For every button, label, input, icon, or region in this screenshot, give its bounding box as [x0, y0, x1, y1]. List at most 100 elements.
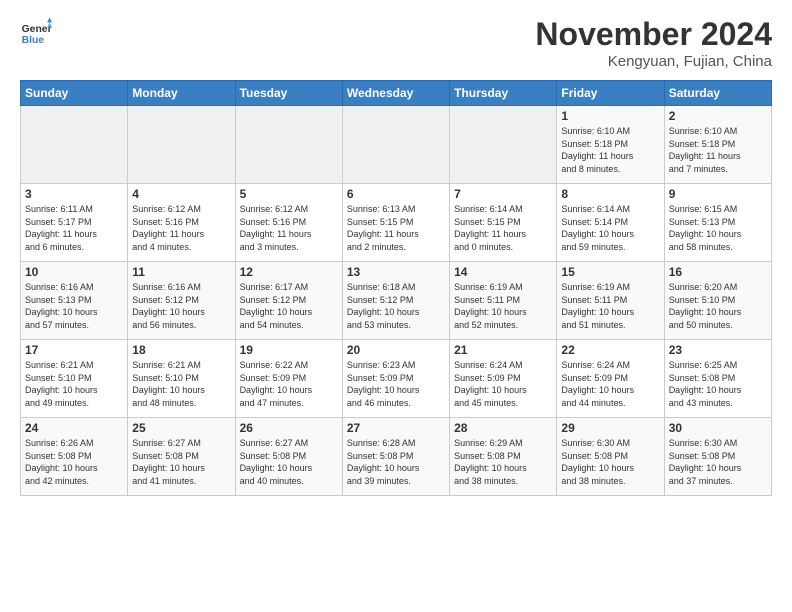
day-number: 15 [561, 265, 659, 279]
day-number: 21 [454, 343, 552, 357]
day-info: Sunrise: 6:10 AM Sunset: 5:18 PM Dayligh… [561, 125, 659, 175]
calendar-week-5: 24 Sunrise: 6:26 AM Sunset: 5:08 PM Dayli… [21, 418, 772, 496]
weekday-header-wednesday: Wednesday [342, 81, 449, 106]
day-info: Sunrise: 6:26 AM Sunset: 5:08 PM Dayligh… [25, 437, 123, 487]
weekday-header-row: SundayMondayTuesdayWednesdayThursdayFrid… [21, 81, 772, 106]
calendar-cell: 7Sunrise: 6:14 AM Sunset: 5:15 PM Daylig… [450, 184, 557, 262]
calendar-cell: 6 Sunrise: 6:13 AM Sunset: 5:15 PM Daylig… [342, 184, 449, 262]
day-info: Sunrise: 6:13 AM Sunset: 5:15 PM Dayligh… [347, 203, 445, 253]
day-number: 17 [25, 343, 123, 357]
day-number: 10 [25, 265, 123, 279]
day-number: 4 [132, 187, 230, 201]
day-number: 1 [561, 109, 659, 123]
day-number: 18 [132, 343, 230, 357]
day-info: Sunrise: 6:19 AM Sunset: 5:11 PM Dayligh… [561, 281, 659, 331]
day-number: 6 [347, 187, 445, 201]
calendar-cell: 23Sunrise: 6:25 AM Sunset: 5:08 PM Dayli… [664, 340, 771, 418]
calendar-cell: 13 Sunrise: 6:18 AM Sunset: 5:12 PM Dayli… [342, 262, 449, 340]
calendar-cell: 28 Sunrise: 6:29 AM Sunset: 5:08 PM Dayli… [450, 418, 557, 496]
calendar-week-4: 17 Sunrise: 6:21 AM Sunset: 5:10 PM Dayli… [21, 340, 772, 418]
day-number: 26 [240, 421, 338, 435]
day-info: Sunrise: 6:27 AM Sunset: 5:08 PM Dayligh… [240, 437, 338, 487]
day-info: Sunrise: 6:24 AM Sunset: 5:09 PM Dayligh… [454, 359, 552, 409]
logo-icon: General Blue [20, 16, 52, 48]
page-header: General Blue November 2024 Kengyuan, Fuj… [20, 16, 772, 70]
calendar-cell [128, 106, 235, 184]
svg-text:Blue: Blue [22, 35, 45, 46]
day-info: Sunrise: 6:23 AM Sunset: 5:09 PM Dayligh… [347, 359, 445, 409]
calendar-cell: 17 Sunrise: 6:21 AM Sunset: 5:10 PM Dayli… [21, 340, 128, 418]
day-number: 29 [561, 421, 659, 435]
calendar-cell: 26 Sunrise: 6:27 AM Sunset: 5:08 PM Dayli… [235, 418, 342, 496]
day-number: 30 [669, 421, 767, 435]
day-info: Sunrise: 6:14 AM Sunset: 5:14 PM Dayligh… [561, 203, 659, 253]
calendar-week-3: 10Sunrise: 6:16 AM Sunset: 5:13 PM Dayli… [21, 262, 772, 340]
calendar-cell: 15 Sunrise: 6:19 AM Sunset: 5:11 PM Dayli… [557, 262, 664, 340]
day-info: Sunrise: 6:19 AM Sunset: 5:11 PM Dayligh… [454, 281, 552, 331]
weekday-header-monday: Monday [128, 81, 235, 106]
calendar-cell: 10Sunrise: 6:16 AM Sunset: 5:13 PM Dayli… [21, 262, 128, 340]
day-info: Sunrise: 6:12 AM Sunset: 5:16 PM Dayligh… [240, 203, 338, 253]
day-number: 22 [561, 343, 659, 357]
calendar-cell [21, 106, 128, 184]
calendar-cell: 22 Sunrise: 6:24 AM Sunset: 5:09 PM Dayli… [557, 340, 664, 418]
day-info: Sunrise: 6:15 AM Sunset: 5:13 PM Dayligh… [669, 203, 767, 253]
title-block: November 2024 Kengyuan, Fujian, China [535, 16, 772, 70]
calendar-week-2: 3Sunrise: 6:11 AM Sunset: 5:17 PM Daylig… [21, 184, 772, 262]
day-info: Sunrise: 6:28 AM Sunset: 5:08 PM Dayligh… [347, 437, 445, 487]
calendar-cell: 11Sunrise: 6:16 AM Sunset: 5:12 PM Dayli… [128, 262, 235, 340]
day-info: Sunrise: 6:21 AM Sunset: 5:10 PM Dayligh… [132, 359, 230, 409]
day-info: Sunrise: 6:11 AM Sunset: 5:17 PM Dayligh… [25, 203, 123, 253]
day-info: Sunrise: 6:22 AM Sunset: 5:09 PM Dayligh… [240, 359, 338, 409]
calendar-cell: 8 Sunrise: 6:14 AM Sunset: 5:14 PM Daylig… [557, 184, 664, 262]
day-number: 25 [132, 421, 230, 435]
calendar-cell: 27 Sunrise: 6:28 AM Sunset: 5:08 PM Dayli… [342, 418, 449, 496]
calendar-table: SundayMondayTuesdayWednesdayThursdayFrid… [20, 80, 772, 496]
calendar-cell: 9 Sunrise: 6:15 AM Sunset: 5:13 PM Daylig… [664, 184, 771, 262]
weekday-header-friday: Friday [557, 81, 664, 106]
calendar-cell [235, 106, 342, 184]
calendar-cell: 16 Sunrise: 6:20 AM Sunset: 5:10 PM Dayli… [664, 262, 771, 340]
day-number: 27 [347, 421, 445, 435]
calendar-cell: 1 Sunrise: 6:10 AM Sunset: 5:18 PM Daylig… [557, 106, 664, 184]
day-number: 9 [669, 187, 767, 201]
calendar-cell [450, 106, 557, 184]
day-number: 19 [240, 343, 338, 357]
calendar-cell: 14Sunrise: 6:19 AM Sunset: 5:11 PM Dayli… [450, 262, 557, 340]
day-info: Sunrise: 6:29 AM Sunset: 5:08 PM Dayligh… [454, 437, 552, 487]
weekday-header-saturday: Saturday [664, 81, 771, 106]
calendar-cell: 4Sunrise: 6:12 AM Sunset: 5:16 PM Daylig… [128, 184, 235, 262]
day-info: Sunrise: 6:30 AM Sunset: 5:08 PM Dayligh… [669, 437, 767, 487]
day-info: Sunrise: 6:25 AM Sunset: 5:08 PM Dayligh… [669, 359, 767, 409]
calendar-cell: 20 Sunrise: 6:23 AM Sunset: 5:09 PM Dayli… [342, 340, 449, 418]
day-number: 28 [454, 421, 552, 435]
day-info: Sunrise: 6:20 AM Sunset: 5:10 PM Dayligh… [669, 281, 767, 331]
day-info: Sunrise: 6:18 AM Sunset: 5:12 PM Dayligh… [347, 281, 445, 331]
day-number: 5 [240, 187, 338, 201]
weekday-header-sunday: Sunday [21, 81, 128, 106]
svg-text:General: General [22, 24, 52, 35]
day-info: Sunrise: 6:27 AM Sunset: 5:08 PM Dayligh… [132, 437, 230, 487]
location: Kengyuan, Fujian, China [535, 53, 772, 70]
weekday-header-thursday: Thursday [450, 81, 557, 106]
calendar-cell: 21 Sunrise: 6:24 AM Sunset: 5:09 PM Dayli… [450, 340, 557, 418]
day-info: Sunrise: 6:10 AM Sunset: 5:18 PM Dayligh… [669, 125, 767, 175]
day-number: 16 [669, 265, 767, 279]
calendar-cell: 3Sunrise: 6:11 AM Sunset: 5:17 PM Daylig… [21, 184, 128, 262]
day-info: Sunrise: 6:24 AM Sunset: 5:09 PM Dayligh… [561, 359, 659, 409]
day-number: 13 [347, 265, 445, 279]
calendar-week-1: 1 Sunrise: 6:10 AM Sunset: 5:18 PM Daylig… [21, 106, 772, 184]
calendar-cell: 30 Sunrise: 6:30 AM Sunset: 5:08 PM Dayli… [664, 418, 771, 496]
month-title: November 2024 [535, 16, 772, 53]
day-info: Sunrise: 6:21 AM Sunset: 5:10 PM Dayligh… [25, 359, 123, 409]
day-info: Sunrise: 6:14 AM Sunset: 5:15 PM Dayligh… [454, 203, 552, 253]
calendar-cell: 18 Sunrise: 6:21 AM Sunset: 5:10 PM Dayli… [128, 340, 235, 418]
day-number: 24 [25, 421, 123, 435]
calendar-cell: 2Sunrise: 6:10 AM Sunset: 5:18 PM Daylig… [664, 106, 771, 184]
calendar-cell: 24 Sunrise: 6:26 AM Sunset: 5:08 PM Dayli… [21, 418, 128, 496]
day-number: 8 [561, 187, 659, 201]
day-number: 11 [132, 265, 230, 279]
calendar-cell: 5 Sunrise: 6:12 AM Sunset: 5:16 PM Daylig… [235, 184, 342, 262]
day-number: 12 [240, 265, 338, 279]
day-number: 20 [347, 343, 445, 357]
